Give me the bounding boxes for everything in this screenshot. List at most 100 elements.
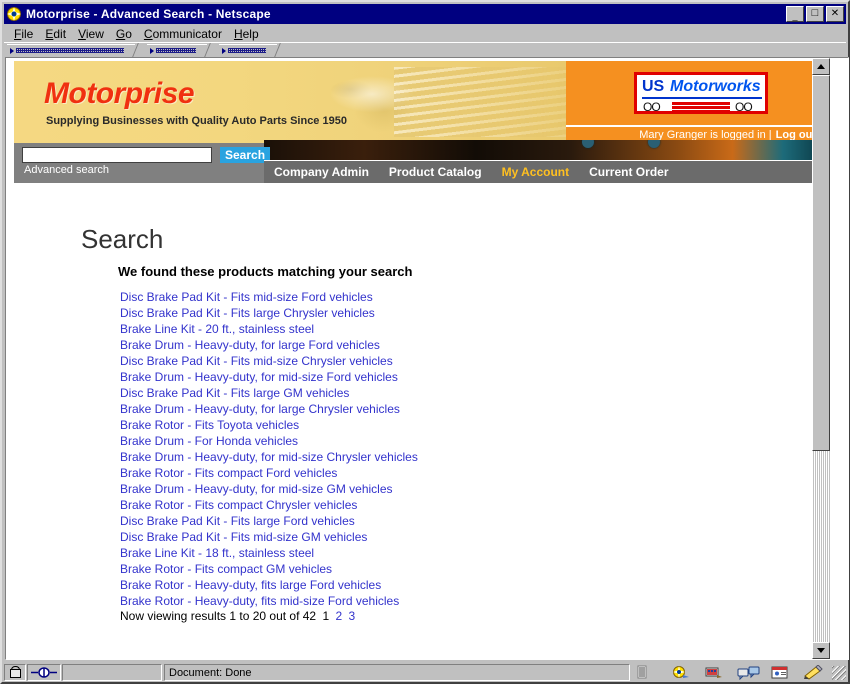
result-link[interactable]: Disc Brake Pad Kit - Fits mid-size Chrys… — [120, 353, 720, 369]
result-link[interactable]: Brake Drum - Heavy-duty, for mid-size Fo… — [120, 369, 720, 385]
result-link[interactable]: Brake Drum - For Honda vehicles — [120, 433, 720, 449]
maximize-icon: □ — [811, 7, 819, 19]
results-heading: We found these products matching your se… — [118, 264, 413, 279]
advanced-search-link[interactable]: Advanced search — [24, 164, 109, 176]
car-photo-band — [264, 140, 822, 160]
page-link-1: 1 — [322, 609, 330, 623]
result-link[interactable]: Brake Drum - Heavy-duty, for mid-size Ch… — [120, 449, 720, 465]
result-link[interactable]: Disc Brake Pad Kit - Fits large Chrysler… — [120, 305, 720, 321]
search-button[interactable]: Search — [220, 147, 271, 163]
page-link-3[interactable]: 3 — [349, 609, 356, 623]
expand-arrow-icon — [150, 47, 154, 54]
search-input[interactable] — [22, 147, 212, 163]
newsgroup-icon[interactable] — [737, 665, 760, 681]
result-link[interactable]: Brake Drum - Heavy-duty, for large Ford … — [120, 337, 720, 353]
maximize-button[interactable]: □ — [806, 6, 824, 22]
netscape-ship-icon — [6, 6, 22, 22]
browser-viewport: Motorprise Supplying Businesses with Qua… — [5, 57, 849, 660]
nav-item-current-order[interactable]: Current Order — [579, 165, 678, 179]
main-navigation: Company Admin Product Catalog My Account… — [264, 160, 822, 183]
brand-tagline: Supplying Businesses with Quality Auto P… — [46, 115, 347, 127]
navigator-icon[interactable] — [670, 665, 690, 680]
scroll-up-button[interactable] — [812, 58, 830, 75]
result-link[interactable]: Brake Drum - Heavy-duty, for large Chrys… — [120, 401, 720, 417]
close-button[interactable]: ✕ — [826, 6, 844, 22]
menu-bar: File Edit View Go Communicator Help — [4, 25, 846, 42]
nav-item-company-admin[interactable]: Company Admin — [264, 165, 379, 179]
component-bar — [630, 664, 830, 681]
chevron-down-icon — [817, 648, 825, 653]
menu-item-go[interactable]: Go — [110, 26, 138, 42]
status-bar: Document: Done — [4, 663, 846, 682]
result-link[interactable]: Brake Line Kit - 18 ft., stainless steel — [120, 545, 720, 561]
toolbar-grip-dots — [228, 48, 266, 53]
status-message: Document: Done — [164, 664, 630, 681]
connection-icon[interactable] — [27, 664, 61, 681]
result-link[interactable]: Brake Rotor - Fits compact GM vehicles — [120, 561, 720, 577]
logo-wheels-left: OO — [643, 100, 661, 114]
scroll-down-button[interactable] — [812, 642, 830, 659]
scrollbar-track[interactable] — [812, 75, 830, 642]
title-bar: Motorprise - Advanced Search - Netscape … — [4, 4, 846, 24]
web-page: Motorprise Supplying Businesses with Qua… — [6, 58, 830, 659]
logo-us-text: US — [642, 78, 665, 95]
personal-toolbar-tab[interactable] — [219, 44, 277, 56]
motion-blur-streaks — [394, 67, 566, 137]
result-link[interactable]: Brake Drum - Heavy-duty, for mid-size GM… — [120, 481, 720, 497]
expand-arrow-icon — [10, 47, 14, 54]
logo-underline — [642, 97, 762, 99]
nav-item-my-account[interactable]: My Account — [492, 165, 580, 179]
scrollbar-thumb[interactable] — [812, 75, 830, 451]
logo-wheels-right: OO — [735, 100, 753, 114]
car-wheel-icon — [648, 140, 660, 148]
address-book-icon[interactable] — [770, 665, 790, 680]
toolbar-grip-dots — [16, 48, 124, 53]
personal-toolbar-strip — [5, 43, 845, 58]
resize-grip[interactable] — [832, 665, 846, 680]
page-content: Search We found these products matching … — [6, 184, 830, 659]
logo-motorworks-text: Motorworks — [670, 78, 761, 95]
taskbar-grip-icon — [637, 665, 657, 680]
result-link[interactable]: Brake Line Kit - 20 ft., stainless steel — [120, 321, 720, 337]
usmotorworks-logo: US Motorworks OO OO — [634, 72, 768, 114]
mailbox-icon[interactable] — [703, 665, 723, 680]
composer-icon[interactable] — [803, 664, 824, 680]
banner-left-panel: Motorprise Supplying Businesses with Qua… — [14, 61, 566, 143]
security-lock-icon[interactable] — [4, 664, 26, 681]
navigation-toolbar-tab[interactable] — [7, 44, 135, 56]
menu-item-edit[interactable]: Edit — [39, 26, 72, 42]
browser-window: Motorprise - Advanced Search - Netscape … — [0, 0, 850, 684]
progress-meter — [62, 664, 162, 681]
chevron-up-icon — [817, 64, 825, 69]
result-link[interactable]: Disc Brake Pad Kit - Fits large GM vehic… — [120, 385, 720, 401]
page-link-2[interactable]: 2 — [335, 609, 342, 623]
window-title: Motorprise - Advanced Search - Netscape — [26, 7, 271, 21]
vertical-scrollbar[interactable] — [812, 58, 830, 659]
result-link[interactable]: Brake Rotor - Heavy-duty, fits large For… — [120, 577, 720, 593]
result-link[interactable]: Disc Brake Pad Kit - Fits mid-size Ford … — [120, 289, 720, 305]
minimize-button[interactable]: _ — [786, 6, 804, 22]
site-banner: Motorprise Supplying Businesses with Qua… — [14, 61, 822, 143]
menu-item-file[interactable]: File — [8, 26, 39, 42]
expand-arrow-icon — [222, 47, 226, 54]
toolbar-grip-dots — [156, 48, 196, 53]
minimize-icon: _ — [792, 11, 798, 21]
result-link[interactable]: Brake Rotor - Fits compact Ford vehicles — [120, 465, 720, 481]
location-toolbar-tab[interactable] — [147, 44, 207, 56]
page-title: Search — [81, 224, 164, 254]
brand-logo-text: Motorprise — [44, 77, 195, 110]
menu-item-communicator[interactable]: Communicator — [138, 26, 228, 42]
result-link[interactable]: Disc Brake Pad Kit - Fits large Ford veh… — [120, 513, 720, 529]
search-bar: Search Advanced search — [14, 143, 271, 177]
result-link[interactable]: Disc Brake Pad Kit - Fits mid-size GM ve… — [120, 529, 720, 545]
result-link[interactable]: Brake Rotor - Fits Toyota vehicles — [120, 417, 720, 433]
car-wheel-icon — [582, 140, 594, 148]
result-link[interactable]: Brake Rotor - Heavy-duty, fits mid-size … — [120, 593, 720, 609]
nav-item-product-catalog[interactable]: Product Catalog — [379, 165, 492, 179]
search-results-list: Disc Brake Pad Kit - Fits mid-size Ford … — [120, 289, 720, 609]
menu-item-help[interactable]: Help — [228, 26, 265, 42]
close-icon: ✕ — [830, 8, 840, 19]
menu-item-view[interactable]: View — [72, 26, 110, 42]
result-link[interactable]: Brake Rotor - Fits compact Chrysler vehi… — [120, 497, 720, 513]
logo-red-stripes — [672, 102, 730, 111]
